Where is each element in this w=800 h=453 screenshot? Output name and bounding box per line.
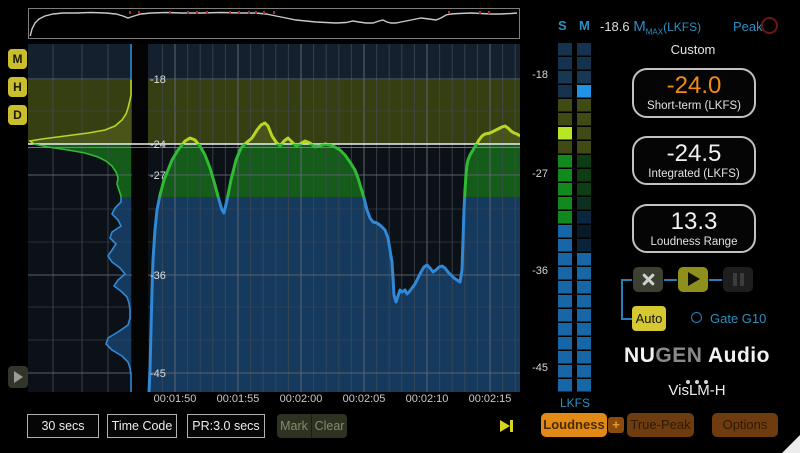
pause-button[interactable] xyxy=(723,267,753,292)
gate-label: Gate G10 xyxy=(710,311,766,326)
loudness-range-box[interactable]: 13.3 Loudness Range xyxy=(632,204,756,253)
overview-envelope xyxy=(29,9,517,36)
integrated-label: Integrated (LKFS) xyxy=(634,168,754,181)
play-icon xyxy=(14,371,23,383)
auto-bracket xyxy=(621,318,632,320)
tab-true-peak[interactable]: True-Peak xyxy=(627,413,694,437)
meter-column-s-label: S xyxy=(558,18,567,33)
transport-connector xyxy=(709,279,722,281)
product-name: VisLM-H xyxy=(600,382,794,399)
loudness-visualization[interactable]: -18 -24 -27 -36 -45 xyxy=(28,44,520,392)
logo-gen: GEN xyxy=(655,344,702,367)
time-tick-label: 00:01:55 xyxy=(206,393,270,405)
auto-bracket xyxy=(621,279,623,320)
short-term-box[interactable]: -24.0 Short-term (LKFS) xyxy=(632,68,756,118)
preset-name[interactable]: Custom xyxy=(632,42,754,57)
time-axis: 00:01:5000:01:5500:02:0000:02:0500:02:10… xyxy=(28,393,520,407)
peak-indicator-lamp[interactable] xyxy=(761,17,778,34)
mark-button[interactable]: Mark xyxy=(277,414,312,438)
svg-text:-36: -36 xyxy=(150,270,166,282)
time-tick-label: 00:02:00 xyxy=(269,393,333,405)
svg-text:-18: -18 xyxy=(150,74,166,86)
vislm-window: M H D -18-24-27-36-45 00:01:5000:01:5500… xyxy=(0,0,800,453)
mode-button-distribution[interactable]: D xyxy=(8,105,27,125)
play-button[interactable] xyxy=(678,267,708,292)
meter-scale: -18 -27 -36 -45 xyxy=(520,40,550,380)
time-window-button[interactable]: 30 secs xyxy=(27,414,99,438)
mmax-units-label: (LKFS) xyxy=(663,20,701,34)
tab-loudness[interactable]: Loudness xyxy=(541,413,607,437)
meter-units-label: LKFS xyxy=(550,396,600,410)
svg-text:-27: -27 xyxy=(150,170,166,182)
auto-bracket xyxy=(621,279,632,281)
time-tick-label: 00:02:10 xyxy=(395,393,459,405)
time-tick-label: 00:02:05 xyxy=(332,393,396,405)
overview-waveform-strip[interactable] xyxy=(28,8,520,39)
loudness-meter[interactable] xyxy=(554,40,596,396)
nugen-audio-logo: NUGEN Audio xyxy=(600,344,794,368)
meter-bars xyxy=(554,40,596,396)
loudness-range-label: Loudness Range xyxy=(634,236,754,249)
mode-button-momentary[interactable]: M xyxy=(8,49,27,69)
integrated-value: -24.5 xyxy=(634,140,754,168)
gate-indicator[interactable] xyxy=(691,312,702,323)
meter-scale-label: -36 xyxy=(520,265,548,277)
resize-corner[interactable] xyxy=(782,435,800,453)
svg-text:-24: -24 xyxy=(150,139,166,151)
reset-button[interactable] xyxy=(633,267,663,292)
tab-options[interactable]: Options xyxy=(712,413,778,437)
timecode-button[interactable]: Time Code xyxy=(107,414,177,438)
mode-button-history[interactable]: H xyxy=(8,77,27,97)
short-term-value: -24.0 xyxy=(634,72,754,100)
loudness-range-value: 13.3 xyxy=(634,208,754,236)
meter-scale-label: -45 xyxy=(520,362,548,374)
meter-scale-label: -18 xyxy=(520,69,548,81)
logo-nu: NU xyxy=(624,344,655,367)
time-tick-label: 00:02:15 xyxy=(458,393,522,405)
practical-range-button[interactable]: PR:3.0 secs xyxy=(187,414,265,438)
transport-connector xyxy=(664,279,677,281)
loudness-graph: -18 -24 -27 -36 -45 xyxy=(28,44,520,392)
svg-text:-45: -45 xyxy=(150,368,166,380)
auto-button[interactable]: Auto xyxy=(632,306,666,331)
pause-icon xyxy=(733,273,737,286)
logo-audio: Audio xyxy=(702,344,770,367)
histogram-play-button[interactable] xyxy=(8,366,28,388)
mmax-readout: -18.6 MMAX(LKFS) xyxy=(600,18,701,37)
clear-button[interactable]: Clear xyxy=(312,414,347,438)
integrated-box[interactable]: -24.5 Integrated (LKFS) xyxy=(632,136,756,185)
peak-label: Peak xyxy=(733,19,763,34)
pause-icon xyxy=(740,273,744,286)
meter-scale-label: -27 xyxy=(520,168,548,180)
short-term-label: Short-term (LKFS) xyxy=(634,100,754,113)
mmax-sub-label: MAX xyxy=(646,28,663,37)
meter-column-m-label: M xyxy=(579,18,590,33)
time-tick-label: 00:01:50 xyxy=(143,393,207,405)
mmax-m-label: M xyxy=(633,18,646,35)
play-icon xyxy=(688,272,700,286)
add-view-button[interactable]: + xyxy=(608,417,624,433)
skip-to-end-icon[interactable] xyxy=(499,418,515,434)
mmax-value: -18.6 xyxy=(600,19,630,34)
